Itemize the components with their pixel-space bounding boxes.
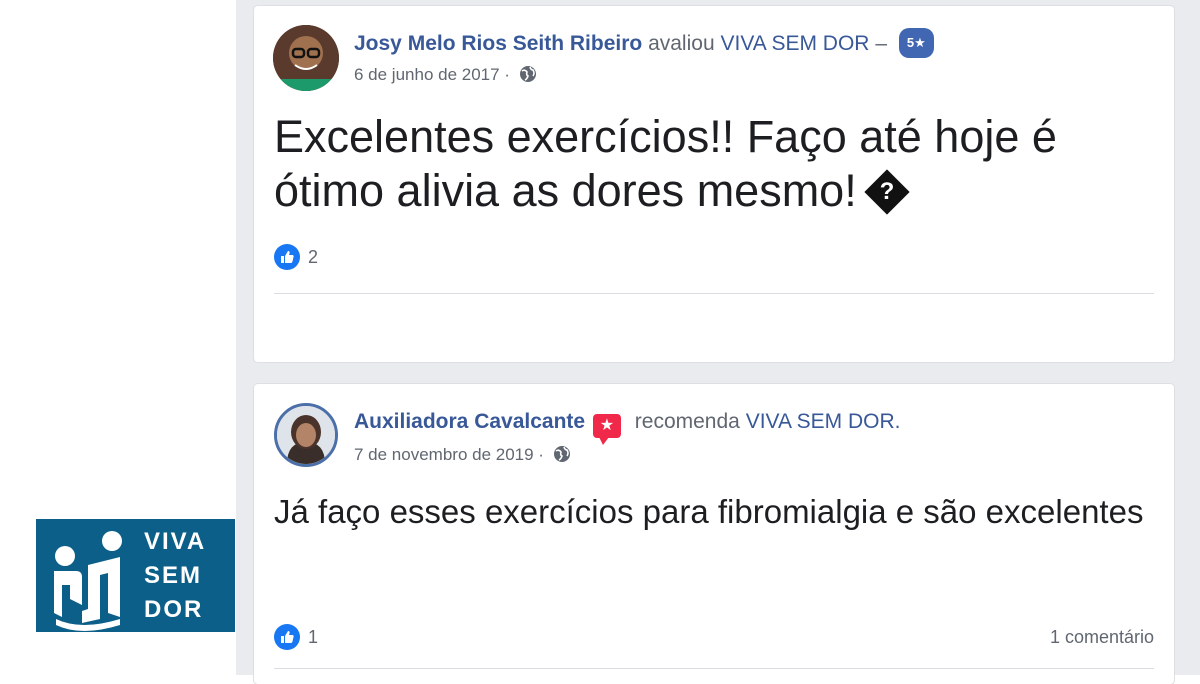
- author-name[interactable]: Josy Melo Rios Seith Ribeiro: [354, 32, 642, 55]
- page-link[interactable]: VIVA SEM DOR.: [746, 410, 901, 433]
- like-count: 1: [308, 626, 319, 647]
- post-divider: [274, 668, 1154, 669]
- like-icon: [274, 244, 300, 270]
- post-meta: 7 de novembro de 2019 ·: [354, 444, 1154, 466]
- post-text: Já faço esses exercícios para fibromialg…: [274, 493, 1144, 530]
- author-name[interactable]: Auxiliadora Cavalcante: [354, 410, 585, 433]
- comments-count[interactable]: 1 comentário: [1050, 627, 1154, 648]
- like-icon: [274, 624, 300, 650]
- post-divider: [274, 293, 1154, 294]
- rating-badge: 5★: [898, 28, 934, 58]
- viva-sem-dor-logo: VIVA SEM DOR: [36, 519, 235, 632]
- post-header: Josy Melo Rios Seith Ribeiro avaliou VIV…: [354, 28, 1154, 86]
- reactions-summary[interactable]: 1: [274, 624, 318, 650]
- post-date[interactable]: 6 de junho de 2017 ·: [354, 65, 510, 84]
- post-date[interactable]: 7 de novembro de 2019 ·: [354, 445, 544, 464]
- author-avatar[interactable]: [273, 25, 339, 91]
- like-count: 2: [308, 246, 319, 267]
- reactions-summary[interactable]: 2: [274, 244, 318, 270]
- logo-word-sem: SEM: [144, 562, 203, 589]
- post-action: avaliou: [648, 32, 715, 55]
- globe-icon: [553, 446, 570, 462]
- avatar-photo: [273, 25, 339, 91]
- avatar-photo: [277, 406, 335, 464]
- page-link[interactable]: VIVA SEM DOR: [720, 32, 869, 55]
- post-action: recomenda: [634, 410, 740, 433]
- post-meta: 6 de junho de 2017 ·: [354, 64, 1154, 86]
- review-post: Josy Melo Rios Seith Ribeiro avaliou VIV…: [254, 6, 1174, 362]
- author-avatar[interactable]: [274, 403, 338, 467]
- logo-mark-icon: [54, 531, 122, 631]
- globe-icon: [519, 66, 536, 82]
- logo-word-viva: VIVA: [144, 528, 207, 555]
- recommend-icon: ★: [592, 414, 621, 445]
- post-title-line: Josy Melo Rios Seith Ribeiro avaliou VIV…: [354, 28, 1154, 58]
- logo-text: VIVA SEM DOR: [144, 525, 206, 627]
- recommendation-post: Auxiliadora Cavalcante ★ recomenda VIVA …: [254, 384, 1174, 684]
- post-text: Excelentes exercícios!! Faço até hoje é …: [274, 110, 1144, 218]
- emoji-placeholder-icon: ?: [864, 169, 910, 215]
- post-title-line: Auxiliadora Cavalcante ★ recomenda VIVA …: [354, 408, 1154, 445]
- post-header: Auxiliadora Cavalcante ★ recomenda VIVA …: [354, 408, 1154, 466]
- separator: –: [875, 32, 887, 55]
- logo-word-dor: DOR: [144, 596, 204, 623]
- post-text-content: Excelentes exercícios!! Faço até hoje é …: [274, 111, 1057, 216]
